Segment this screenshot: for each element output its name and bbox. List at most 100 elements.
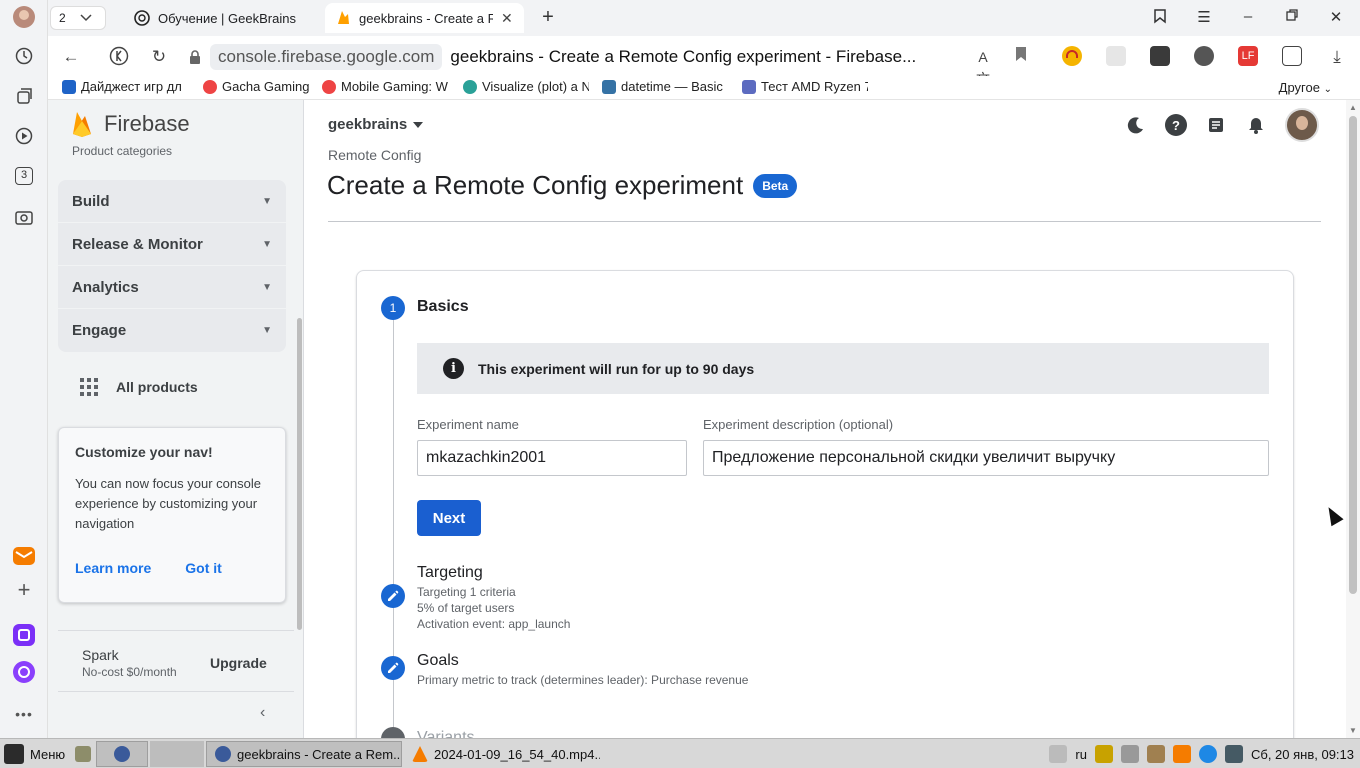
nav-group-analytics[interactable]: Analytics ▼: [58, 266, 286, 309]
rail-badge-icon[interactable]: 3: [12, 164, 36, 188]
taskbar-window-video[interactable]: 2024-01-09_16_54_40.mp4...: [404, 741, 600, 767]
step-title-basics[interactable]: Basics: [417, 298, 469, 316]
new-tab-button[interactable]: +: [537, 7, 559, 29]
nav-group-release-monitor[interactable]: Release & Monitor ▼: [58, 223, 286, 266]
page-title-in-address: geekbrains - Create a Remote Config expe…: [450, 47, 917, 66]
bookmark-mobile-gaming[interactable]: Mobile Gaming: W: [322, 79, 449, 94]
clock[interactable]: Сб, 20 янв, 09:13: [1251, 747, 1354, 762]
firebase-icon: [335, 10, 351, 26]
step-title-targeting[interactable]: Targeting: [417, 564, 483, 582]
tab-title: geekbrains - Create a Re: [359, 10, 493, 26]
restore-icon[interactable]: [1282, 8, 1302, 28]
edit-goals-icon[interactable]: [381, 656, 405, 680]
targeting-criteria-text: Targeting 1 criteria: [417, 585, 516, 599]
extension-palette-icon[interactable]: [1150, 46, 1170, 66]
translate-icon[interactable]: A文: [972, 46, 994, 87]
bookmark-datetime[interactable]: datetime — Basic: [602, 79, 726, 94]
taskbar-window-browser[interactable]: geekbrains - Create a Rem...: [206, 741, 402, 767]
learn-more-link[interactable]: Learn more: [75, 560, 151, 576]
mail-icon[interactable]: [12, 544, 36, 568]
back-icon[interactable]: ←: [60, 46, 82, 68]
nav-group-engage[interactable]: Engage ▼: [58, 309, 286, 352]
breadcrumb[interactable]: Remote Config: [328, 147, 421, 163]
reload-icon[interactable]: ↻: [148, 46, 170, 68]
edit-targeting-icon[interactable]: [381, 584, 405, 608]
bookmark-icon[interactable]: [1010, 46, 1032, 68]
yandex-icon[interactable]: [108, 46, 130, 68]
scroll-up-icon[interactable]: ▲: [1349, 103, 1357, 112]
start-menu-button[interactable]: Меню: [4, 744, 65, 764]
bookmark-digest[interactable]: Дайджест игр дл: [62, 79, 188, 94]
experiment-description-input[interactable]: [703, 440, 1269, 476]
plan-name: Spark: [82, 647, 119, 663]
next-button[interactable]: Next: [417, 500, 481, 536]
chevron-down-icon: ▼: [262, 238, 272, 250]
bookmark-amd-test[interactable]: Тест AMD Ryzen 7: [742, 79, 868, 94]
step-title-goals[interactable]: Goals: [417, 652, 459, 670]
firebase-sidebar: Firebase Product categories Build ▼ Relea…: [48, 100, 304, 738]
volume-icon[interactable]: [1120, 745, 1139, 763]
file-manager-icon[interactable]: [72, 741, 94, 767]
bookmarks-other-folder[interactable]: Другое ⌄: [1279, 80, 1332, 95]
nav-group-build[interactable]: Build ▼: [58, 180, 286, 223]
video-icon[interactable]: [12, 124, 36, 148]
history-icon[interactable]: [12, 44, 36, 68]
more-icon[interactable]: •••: [12, 702, 36, 726]
add-panel-icon[interactable]: +: [12, 577, 36, 602]
messenger-icon[interactable]: [12, 623, 36, 647]
bookmark-visualize[interactable]: Visualize (plot) a N: [463, 79, 589, 94]
desktop-pager[interactable]: [150, 741, 204, 767]
bookmark-favicon-icon: [742, 79, 756, 94]
extension-headphones-icon[interactable]: [1062, 46, 1082, 66]
bookmark-panel-icon[interactable]: [1150, 8, 1170, 28]
experiment-name-input[interactable]: [417, 440, 687, 476]
account-avatar[interactable]: [1285, 108, 1319, 142]
system-monitor-icon[interactable]: [1094, 745, 1113, 763]
minimize-icon[interactable]: –: [1238, 8, 1258, 28]
page-scrollbar[interactable]: ▲ ▼: [1346, 100, 1360, 738]
notifications-icon[interactable]: [1245, 114, 1267, 136]
scrollbar-thumb[interactable]: [1349, 116, 1357, 594]
keyboard-layout-indicator[interactable]: ru: [1075, 747, 1087, 762]
alice-icon[interactable]: [12, 660, 36, 684]
collapse-sidebar-icon[interactable]: ‹: [260, 704, 265, 722]
download-icon[interactable]: ⤓: [1326, 46, 1348, 68]
yandex-browser-launcher[interactable]: [96, 741, 148, 767]
menu-icon[interactable]: ☰: [1194, 8, 1214, 28]
all-products-link[interactable]: All products: [80, 378, 198, 396]
clipboard-icon[interactable]: [1146, 745, 1165, 763]
collections-icon[interactable]: [12, 84, 36, 108]
tab-geekbrains-learning[interactable]: Обучение | GeekBrains -: [124, 3, 322, 33]
extension-weather-icon[interactable]: [1106, 46, 1126, 66]
screenshot-icon[interactable]: [12, 205, 36, 229]
vlc-tray-icon[interactable]: [1172, 745, 1191, 763]
release-notes-icon[interactable]: [1205, 114, 1227, 136]
dark-mode-icon[interactable]: [1125, 114, 1147, 136]
extension-planet-icon[interactable]: [1194, 46, 1214, 66]
profile-avatar[interactable]: [12, 5, 36, 29]
project-selector[interactable]: geekbrains: [328, 116, 424, 133]
product-categories-label: Product categories: [72, 144, 173, 158]
scroll-down-icon[interactable]: ▼: [1349, 726, 1357, 735]
got-it-button[interactable]: Got it: [185, 560, 222, 576]
upgrade-button[interactable]: Upgrade: [210, 655, 267, 671]
chevron-down-icon: [80, 14, 92, 22]
rail-badge-text: 3: [15, 167, 33, 185]
printer-icon[interactable]: [1049, 745, 1068, 763]
chevron-down-icon: ⌄: [1323, 84, 1332, 95]
help-icon[interactable]: ?: [1165, 114, 1187, 136]
close-tab-icon[interactable]: ✕: [501, 10, 513, 27]
firebase-logo[interactable]: Firebase: [70, 110, 190, 138]
extensions-puzzle-icon[interactable]: [1282, 46, 1302, 66]
step-title-variants[interactable]: Variants: [417, 729, 475, 738]
updates-icon[interactable]: [1198, 745, 1217, 763]
network-icon[interactable]: [1224, 745, 1243, 763]
sidebar-scrollbar[interactable]: [297, 318, 302, 630]
url-field[interactable]: console.firebase.google.com geekbrains -…: [188, 43, 950, 71]
bookmark-gacha-gaming[interactable]: Gacha Gaming: [203, 79, 313, 94]
tab-firebase-experiment[interactable]: geekbrains - Create a Re ✕: [325, 3, 524, 33]
tab-group-counter[interactable]: 2: [50, 6, 106, 30]
extension-lf-icon[interactable]: LF: [1238, 46, 1258, 66]
plan-cost: No-cost $0/month: [82, 665, 177, 679]
close-window-icon[interactable]: ✕: [1326, 8, 1346, 28]
